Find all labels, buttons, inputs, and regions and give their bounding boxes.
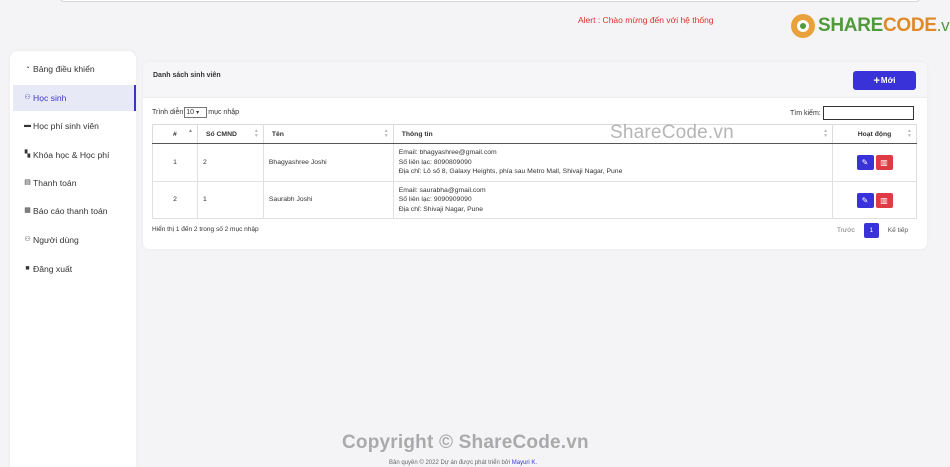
row-cmnd: 1 (196, 181, 264, 219)
students-table: # ▲ Số CMND ▲ ▼ Tên ▲ ▼ Thông tin ▲ ▼ Hoạt … (152, 124, 917, 219)
sidebar-item-student-fees[interactable]: ▬ Học phí sinh viên (13, 113, 136, 139)
new-button-label: Mới (880, 76, 896, 85)
sidebar-item-dashboard[interactable]: ◔ Bảng điều khiển (13, 56, 136, 82)
alert-message: Alert : Chào mừng đến với hệ thống (578, 15, 714, 25)
table-info: Hiển thị 1 đến 2 trong số 2 mục nhập (152, 226, 259, 233)
row-phone: Số liên lạc: 9090909090 (398, 196, 472, 204)
logo-text-vn: .vn (936, 16, 950, 35)
table-header-row: # ▲ Số CMND ▲ ▼ Tên ▲ ▼ Thông tin ▲ ▼ Hoạt … (152, 124, 917, 144)
users-icon: ⚇ (24, 236, 31, 243)
sort-icon: ▲ ▼ (383, 128, 389, 139)
logo-text-code: CODE (883, 15, 937, 36)
chevron-down-icon: ▾ (196, 110, 200, 116)
table-icon: ▦ (24, 207, 31, 214)
logo-icon (791, 14, 815, 38)
sidebar-item-label: Thanh toán (33, 178, 77, 188)
sort-icon: ▲ ▼ (907, 128, 912, 139)
sort-icon: ▲ ▼ (253, 128, 259, 139)
users-icon: ⚇ (24, 94, 31, 101)
card-title: Danh sách sinh viên (153, 72, 221, 79)
sidebar-item-label: Khóa học & Học phí (33, 150, 110, 160)
edit-icon: ✎ (861, 195, 869, 205)
sidebar: ◔ Bảng điều khiển ⚇ Học sinh ▬ Học phí s… (10, 51, 136, 467)
table-row: 2 1 Saurabh Joshi Email: saurabha@gmail.… (152, 181, 917, 219)
trash-icon: ▥ (880, 195, 888, 205)
search: Tìm kiếm: (790, 106, 914, 120)
row-name: Saurabh Joshi (262, 181, 394, 219)
sidebar-item-payments[interactable]: ▤ Thanh toán (13, 170, 136, 196)
page-1-button[interactable]: 1 (863, 223, 879, 238)
trash-icon: ▥ (880, 158, 888, 167)
money-icon: ▬ (24, 122, 31, 129)
edit-icon: ✎ (861, 158, 869, 167)
row-cmnd: 2 (196, 143, 264, 182)
top-bar (60, 0, 920, 2)
entries-value: 10 (186, 109, 195, 116)
row-actions: ✎ ▥ (832, 181, 917, 219)
sort-icon: ▲ ▼ (823, 128, 829, 139)
col-header-cmnd[interactable]: Số CMND ▲ ▼ (196, 124, 264, 144)
footer: Bản quyền © 2022 Dự án được phát triển b… (389, 460, 537, 466)
search-label: Tìm kiếm: (790, 109, 821, 117)
prev-page-button[interactable]: Trước (837, 227, 855, 234)
sidebar-item-students[interactable]: ⚇ Học sinh (13, 85, 136, 111)
edit-button[interactable]: ✎ (856, 155, 874, 170)
copyright-watermark: Copyright © ShareCode.vn (342, 432, 589, 453)
sidebar-item-label: Bảng điều khiển (33, 64, 95, 74)
entries-prefix: Trình diễn (152, 109, 184, 116)
sidebar-item-label: Báo cáo thanh toán (33, 206, 108, 216)
pagination: Trước 1 Kế tiếp (837, 223, 908, 238)
next-page-button[interactable]: Kế tiếp (888, 227, 908, 234)
col-header-number[interactable]: # ▲ (152, 124, 198, 144)
row-address: Địa chỉ: Shivaji Nagar, Pune (398, 205, 483, 213)
sidebar-item-label: Học sinh (33, 93, 67, 103)
logo-text-share: SHARE (818, 15, 884, 36)
row-info: Email: bhagyashree@gmail.com Số liên lạc… (392, 143, 834, 182)
row-number: 1 (152, 143, 198, 182)
sharecode-logo: SHARECODE.vn (791, 12, 950, 40)
row-number: 2 (152, 181, 198, 219)
watermark-text: ShareCode.vn (610, 122, 734, 143)
row-phone: Số liên lạc: 8090809090 (398, 158, 472, 166)
row-actions: ✎ ▥ (832, 143, 917, 182)
document-icon: ▤ (24, 179, 31, 186)
col-header-name[interactable]: Tên ▲ ▼ (262, 124, 394, 144)
lock-icon: ■ (25, 265, 30, 272)
dashboard-icon: ◔ (25, 65, 30, 72)
sidebar-item-users[interactable]: ⚇ Người dùng (13, 227, 136, 253)
edit-button[interactable]: ✎ (856, 192, 874, 208)
card-header: Danh sách sinh viên + Mới (143, 62, 927, 98)
sort-icon: ▲ (188, 128, 193, 134)
sidebar-item-label: Đăng xuất (33, 264, 73, 274)
footer-text: Bản quyền © 2022 Dự án được phát triển b… (389, 460, 511, 466)
footer-author-link[interactable]: Mayuri K. (512, 460, 537, 466)
sidebar-item-courses[interactable]: ▚ Khóa học & Học phí (13, 142, 136, 168)
sidebar-item-logout[interactable]: ■ Đăng xuất (13, 256, 136, 282)
col-header-actions[interactable]: Hoạt động ▲ ▼ (832, 124, 917, 144)
sidebar-item-label: Học phí sinh viên (33, 121, 99, 131)
students-card: Danh sách sinh viên + Mới Trình diễn 10 … (143, 62, 927, 249)
sidebar-item-label: Người dùng (33, 235, 79, 245)
sidebar-item-payment-report[interactable]: ▦ Báo cáo thanh toán (13, 198, 136, 224)
delete-button[interactable]: ▥ (875, 155, 893, 170)
row-email: Email: bhagyashree@gmail.com (398, 149, 497, 157)
delete-button[interactable]: ▥ (875, 192, 893, 208)
row-address: Địa chỉ: Lô số 8, Galaxy Heights, phía s… (398, 168, 623, 176)
plus-icon: + (873, 74, 880, 87)
entries-select[interactable]: 10 ▾ (184, 107, 208, 118)
book-icon: ▚ (24, 151, 31, 158)
table-row: 1 2 Bhagyashree Joshi Email: bhagyashree… (152, 143, 917, 182)
entries-length: Trình diễn 10 ▾ mục nhập (152, 107, 239, 118)
row-info: Email: saurabha@gmail.com Số liên lạc: 9… (392, 181, 834, 219)
row-email: Email: saurabha@gmail.com (398, 186, 486, 194)
row-name: Bhagyashree Joshi (262, 143, 394, 182)
new-student-button[interactable]: + Mới (853, 71, 916, 90)
entries-suffix: mục nhập (208, 109, 240, 116)
search-input[interactable] (822, 106, 914, 120)
